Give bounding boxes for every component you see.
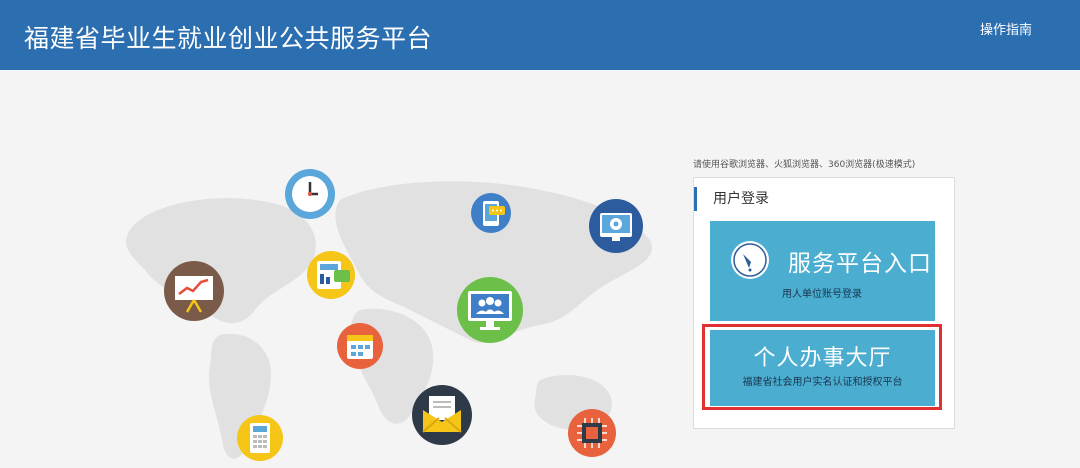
university-logo-icon [731,241,769,279]
chip-icon [568,409,616,457]
calendar-icon [337,323,383,369]
mail-icon [412,385,472,445]
service-entry-subtitle: 用人单位账号登录 [782,289,862,300]
calculator-icon [237,415,283,461]
report-card-icon [307,251,355,299]
clock-icon [285,169,335,219]
presentation-chart-icon [164,261,224,321]
site-title: 福建省毕业生就业创业公共服务平台 [24,24,433,53]
phone-chat-icon [471,193,511,233]
team-monitor-icon [457,277,523,343]
guide-link[interactable]: 操作指南 [980,19,1032,38]
service-entry-title: 服务平台入口 [788,251,932,277]
top-header: 福建省毕业生就业创业公共服务平台 操作指南 [0,0,1080,70]
panel-title: 用户登录 [694,187,769,211]
highlight-box [702,324,942,410]
gear-monitor-icon [589,199,643,253]
browser-hint: 请使用谷歌浏览器、火狐浏览器、360浏览器(极速模式) [693,160,916,170]
service-platform-entry-button[interactable]: 服务平台入口 用人单位账号登录 [710,221,935,321]
